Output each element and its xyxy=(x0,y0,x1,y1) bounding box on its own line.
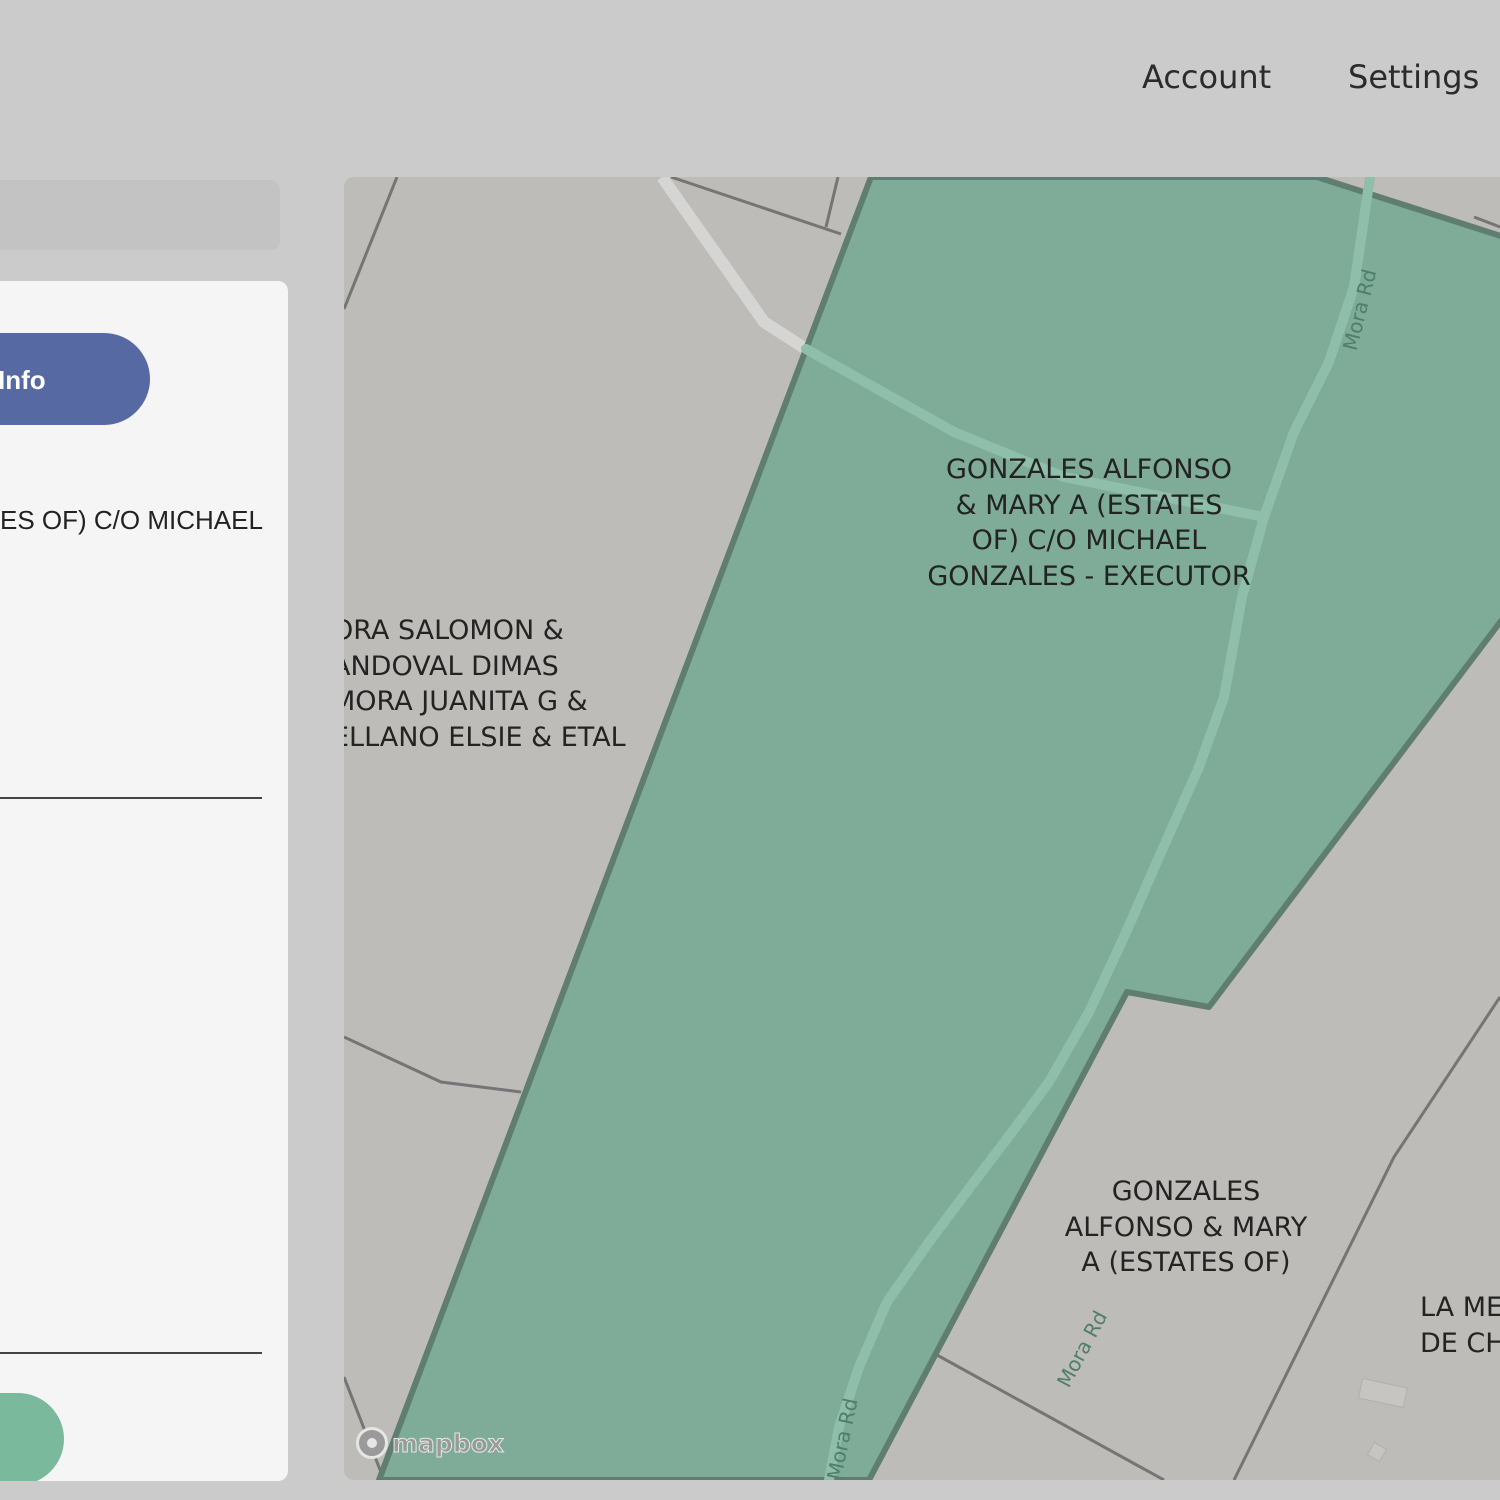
info-button[interactable]: Info xyxy=(0,333,150,425)
parcel-map[interactable]: GONZALES ALFONSO & MARY A (ESTATES OF) C… xyxy=(344,177,1500,1480)
search-bar[interactable] xyxy=(0,180,280,250)
mapbox-logo[interactable]: mapbox xyxy=(356,1427,505,1459)
parcel-info-panel: Info ES OF) C/O MICHAEL xyxy=(0,281,288,1481)
nav-account-link[interactable]: Account xyxy=(1142,58,1271,96)
field-divider xyxy=(0,797,262,799)
field-divider xyxy=(0,1352,262,1354)
map-canvas[interactable] xyxy=(344,177,1500,1480)
nav-settings-link[interactable]: Settings xyxy=(1348,58,1479,96)
mapbox-icon xyxy=(356,1427,388,1459)
top-bar: Account Settings xyxy=(0,0,1500,170)
owner-name-text: ES OF) C/O MICHAEL xyxy=(0,505,263,535)
action-button[interactable] xyxy=(0,1393,64,1481)
mapbox-wordmark: mapbox xyxy=(391,1428,505,1458)
